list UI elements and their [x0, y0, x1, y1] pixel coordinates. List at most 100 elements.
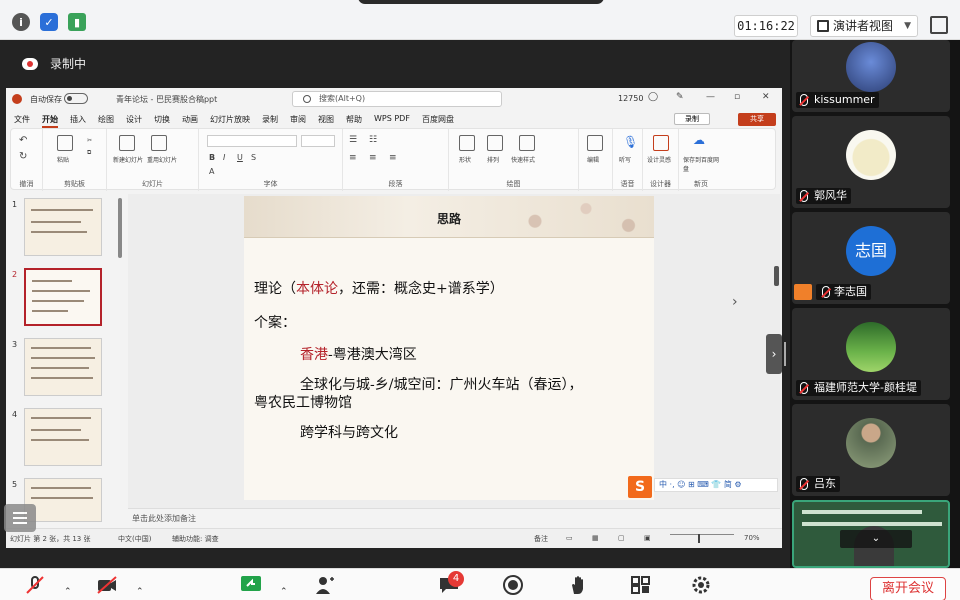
participant-tile[interactable]: 郭风华: [792, 116, 950, 208]
underline-icon[interactable]: U: [237, 153, 243, 162]
notes-pane[interactable]: 单击此处添加备注: [128, 508, 780, 528]
file-name[interactable]: 青年论坛 - 巴民赛股合稿ppt: [116, 94, 217, 105]
shield-icon[interactable]: ✓: [40, 13, 58, 31]
menu-wps-pdf[interactable]: WPS PDF: [374, 114, 410, 123]
signal-icon[interactable]: ▮: [68, 13, 86, 31]
shape-icon[interactable]: [459, 135, 475, 151]
floating-menu-icon[interactable]: [4, 504, 36, 532]
participant-tile[interactable]: 志国 李志国: [792, 212, 950, 304]
restore-icon[interactable]: ▫: [734, 92, 740, 102]
edit-label: 编辑: [587, 157, 600, 164]
numbering-icon[interactable]: ☷: [369, 135, 377, 145]
ime-toolbar[interactable]: 中 ·, ☺ ⊞ ⌨ 👕 简 ⚙: [654, 478, 778, 492]
microphone-icon[interactable]: 🎙: [623, 135, 638, 149]
cloud-icon[interactable]: ☁: [693, 133, 705, 147]
thumb-line: [32, 300, 84, 302]
collapse-panel-icon[interactable]: ›: [766, 334, 782, 374]
share-button[interactable]: 共享: [738, 113, 776, 126]
camera-off-icon[interactable]: [96, 575, 118, 595]
raise-hand-icon[interactable]: [568, 575, 590, 595]
font-size-select[interactable]: [301, 135, 335, 147]
participant-tile-video[interactable]: ⌄: [792, 500, 950, 568]
next-arrow-icon[interactable]: ›: [732, 294, 738, 310]
align-right-icon[interactable]: ≡: [389, 153, 397, 163]
apps-icon[interactable]: [630, 575, 652, 595]
view-mode-dropdown[interactable]: 演讲者视图 ▼: [810, 15, 918, 37]
panel-divider[interactable]: [784, 342, 786, 366]
font-family-select[interactable]: [207, 135, 297, 147]
menu-review[interactable]: 审阅: [290, 114, 306, 125]
sorter-view-icon[interactable]: ▦: [592, 534, 599, 542]
menu-draw[interactable]: 绘图: [98, 114, 114, 125]
strike-icon[interactable]: S: [251, 153, 256, 162]
slide-thumb-4[interactable]: [24, 408, 102, 466]
slideshow-view-icon[interactable]: ▣: [644, 534, 651, 542]
sogou-ime-icon[interactable]: S: [628, 476, 652, 498]
menu-slideshow[interactable]: 幻灯片放映: [210, 114, 250, 125]
designer-icon[interactable]: [653, 135, 669, 151]
italic-icon[interactable]: I: [223, 153, 225, 162]
slide-thumb-2[interactable]: [24, 268, 102, 326]
undo-icon[interactable]: ↶: [19, 135, 27, 146]
chevron-up-icon[interactable]: ⌃: [280, 587, 288, 597]
chevron-up-icon[interactable]: ⌃: [136, 587, 144, 597]
menu-baidu[interactable]: 百度网盘: [422, 114, 454, 125]
record-icon[interactable]: [502, 575, 524, 595]
participant-tile[interactable]: 吕东: [792, 404, 950, 496]
fullscreen-icon[interactable]: [930, 16, 948, 34]
accessibility[interactable]: 辅助功能: 调查: [172, 534, 219, 544]
redo-icon[interactable]: ↻: [19, 151, 27, 162]
notes-toggle[interactable]: 备注: [534, 534, 548, 544]
menu-insert[interactable]: 插入: [70, 114, 86, 125]
slide-thumb-1[interactable]: [24, 198, 102, 256]
menu-design[interactable]: 设计: [126, 114, 142, 125]
editor-scrollbar[interactable]: [774, 266, 779, 286]
menu-home[interactable]: 开始: [42, 114, 58, 128]
minimize-icon[interactable]: —: [706, 92, 715, 102]
copy-icon[interactable]: ⧉: [87, 149, 91, 157]
chevron-up-icon[interactable]: ⌃: [64, 587, 72, 597]
info-icon[interactable]: i: [12, 13, 30, 31]
normal-view-icon[interactable]: ▭: [566, 534, 573, 542]
new-slide-icon[interactable]: [119, 135, 135, 151]
leave-meeting-button[interactable]: 离开会议: [870, 577, 946, 600]
zoom-knob[interactable]: [698, 534, 700, 543]
reading-view-icon[interactable]: ▢: [618, 534, 625, 542]
ribbon-label-voice: 语音: [620, 180, 635, 188]
powerpoint-window: 自动保存 青年论坛 - 巴民赛股合稿ppt 搜索(Alt+Q) 12750 ◯ …: [6, 88, 782, 548]
align-left-icon[interactable]: ≡: [349, 153, 357, 163]
menu-animation[interactable]: 动画: [182, 114, 198, 125]
font-color-icon[interactable]: A: [209, 167, 214, 176]
menu-record[interactable]: 录制: [262, 114, 278, 125]
cut-icon[interactable]: ✂: [87, 137, 92, 144]
menu-help[interactable]: 帮助: [346, 114, 362, 125]
user-avatar-icon[interactable]: ◯: [648, 92, 658, 102]
bold-icon[interactable]: B: [209, 153, 215, 162]
record-button[interactable]: 录制: [674, 113, 710, 125]
participants-icon[interactable]: [314, 575, 336, 595]
slide-thumb-3[interactable]: [24, 338, 102, 396]
menu-view[interactable]: 视图: [318, 114, 334, 125]
current-slide[interactable]: 思路 理论（本体论，还需：概念史+谱系学） 个案： 香港-粤港澳大湾区 全球化与…: [244, 196, 654, 500]
muted-mic-icon[interactable]: [24, 575, 46, 595]
share-screen-icon[interactable]: [240, 575, 262, 595]
align-center-icon[interactable]: ≡: [369, 153, 377, 163]
menu-transition[interactable]: 切换: [154, 114, 170, 125]
bullets-icon[interactable]: ☰: [349, 135, 357, 145]
zoom-slider[interactable]: [670, 534, 734, 535]
participant-tile[interactable]: kissummer: [792, 40, 950, 112]
close-icon[interactable]: ✕: [762, 92, 770, 102]
reuse-slide-icon[interactable]: [151, 135, 167, 151]
arrange-icon[interactable]: [487, 135, 503, 151]
pen-icon[interactable]: ✎: [676, 92, 684, 102]
paste-icon[interactable]: [57, 135, 73, 151]
chevron-down-icon[interactable]: ⌄: [840, 530, 912, 548]
search-box[interactable]: 搜索(Alt+Q): [292, 91, 502, 107]
menu-file[interactable]: 文件: [14, 114, 30, 125]
participant-tile[interactable]: 福建师范大学-颜桂堤: [792, 308, 950, 400]
autosave-toggle[interactable]: [64, 93, 88, 104]
quick-style-icon[interactable]: [519, 135, 535, 151]
settings-gear-icon[interactable]: [690, 575, 712, 595]
thumbnail-scrollbar[interactable]: [118, 198, 122, 258]
edit-icon[interactable]: [587, 135, 603, 151]
